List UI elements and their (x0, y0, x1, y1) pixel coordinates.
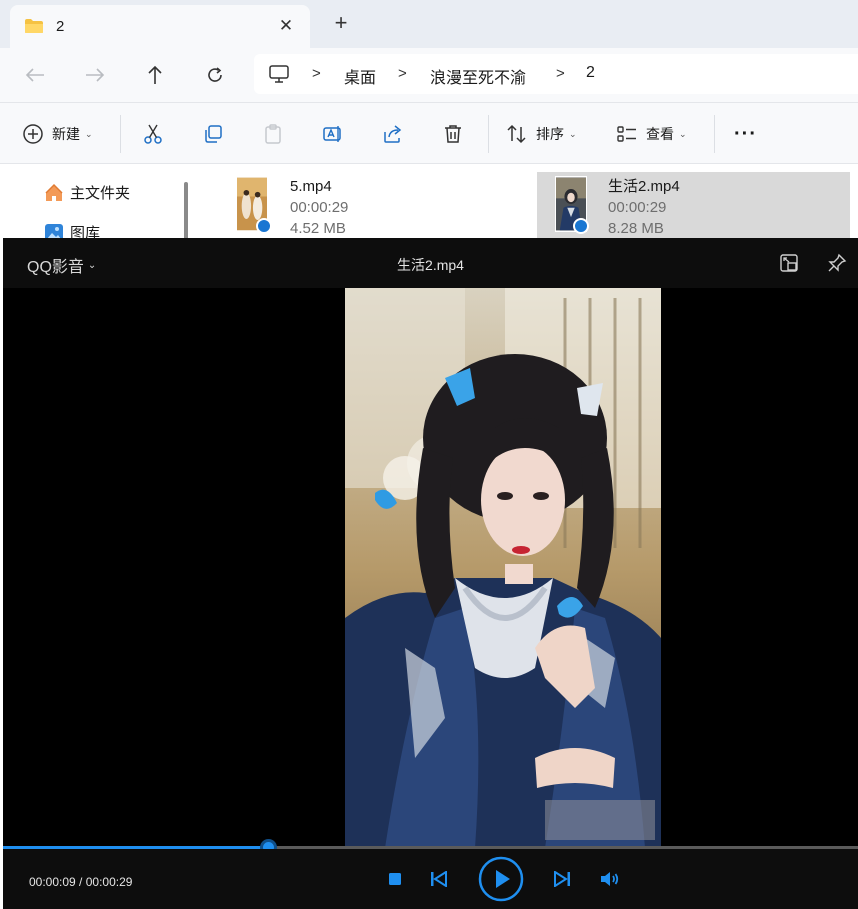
file-duration: 00:00:29 (290, 199, 349, 216)
breadcrumb-item[interactable]: 浪漫至死不渝 (430, 64, 526, 88)
address-bar[interactable]: > 桌面 > 浪漫至死不渝 > 2 (254, 54, 858, 94)
play-icon (478, 856, 524, 902)
explorer-tab[interactable]: 2 ✕ (10, 5, 310, 48)
video-file-badge-icon (573, 218, 589, 234)
sort-icon (507, 124, 526, 144)
sidebar-scrollbar[interactable] (184, 182, 188, 244)
copy-icon (205, 125, 222, 143)
chevron-down-icon: ⌄ (679, 128, 687, 139)
file-item[interactable]: 5.mp4 00:00:29 4.52 MB (222, 172, 522, 244)
file-size: 8.28 MB (608, 220, 664, 237)
share-button[interactable] (382, 121, 404, 147)
new-button-label: 新建 (52, 126, 80, 142)
clipboard-icon (265, 124, 281, 144)
explorer-tab-bar: 2 ✕ + (0, 0, 858, 48)
delete-button[interactable] (442, 121, 464, 147)
toolbar-divider (120, 115, 121, 153)
player-title: 生活2.mp4 (397, 257, 464, 273)
total-time: 00:00:29 (85, 875, 133, 889)
player-controls: 00:00:09 / 00:00:29 (3, 849, 858, 909)
sidebar-item-label: 主文件夹 (70, 185, 131, 202)
toolbar-divider (488, 115, 489, 153)
stop-icon (389, 873, 401, 885)
chevron-down-icon: ⌄ (569, 128, 577, 139)
computer-icon[interactable] (268, 64, 290, 84)
sidebar-item-home[interactable]: 主文件夹 (44, 182, 130, 203)
explorer-command-bar: 新建 ⌄ 排序 ⌄ 查看 ⌄ ··· (0, 102, 858, 164)
video-frame-image (345, 288, 661, 848)
video-player-window: QQ影音 ⌄ 生活2.mp4 00:00:09 / 00:00:29 (3, 238, 858, 909)
new-tab-icon[interactable]: + (330, 12, 352, 34)
home-icon (45, 183, 63, 201)
chevron-right-icon[interactable]: > (556, 65, 565, 82)
mini-mode-icon[interactable] (779, 253, 799, 273)
file-name: 5.mp4 (290, 178, 332, 195)
close-tab-icon[interactable]: ✕ (276, 16, 296, 36)
forward-arrow-icon[interactable] (80, 60, 110, 90)
rename-button[interactable] (322, 121, 344, 147)
video-file-badge-icon (256, 218, 272, 234)
rename-icon (323, 126, 341, 142)
current-time: 00:00:09 (29, 875, 76, 889)
chevron-down-icon: ⌄ (85, 128, 93, 139)
previous-button[interactable] (430, 871, 448, 887)
breadcrumb-item[interactable]: 桌面 (344, 64, 376, 88)
volume-icon (601, 872, 619, 886)
up-arrow-icon[interactable] (140, 60, 170, 90)
scissors-icon (144, 124, 162, 144)
skip-previous-icon (431, 871, 447, 887)
trash-icon (445, 125, 461, 143)
file-duration: 00:00:29 (608, 199, 667, 216)
sort-button[interactable]: 排序 ⌄ (506, 121, 577, 147)
pin-icon[interactable] (827, 253, 847, 273)
file-size: 4.52 MB (290, 220, 346, 237)
chevron-right-icon[interactable]: > (398, 65, 407, 82)
folder-icon (25, 19, 43, 33)
share-icon (384, 125, 402, 143)
player-title-bar[interactable]: QQ影音 ⌄ 生活2.mp4 (3, 238, 858, 288)
copy-button[interactable] (202, 121, 224, 147)
explorer-nav-bar: > 桌面 > 浪漫至死不渝 > 2 (0, 48, 858, 102)
volume-button[interactable] (600, 870, 622, 888)
refresh-icon[interactable] (200, 60, 230, 90)
video-frame[interactable] (345, 288, 661, 848)
skip-next-icon (554, 871, 570, 887)
sort-button-label: 排序 (536, 126, 564, 142)
more-options-button[interactable]: ··· (734, 121, 757, 147)
next-button[interactable] (553, 871, 571, 887)
stop-button[interactable] (388, 872, 402, 886)
cut-button[interactable] (142, 121, 164, 147)
toolbar-divider (714, 115, 715, 153)
paste-button[interactable] (262, 121, 284, 147)
play-button[interactable] (478, 856, 524, 902)
view-button-label: 查看 (646, 126, 674, 142)
chevron-right-icon[interactable]: > (312, 65, 321, 82)
breadcrumb-item[interactable]: 2 (586, 64, 595, 82)
tab-title: 2 (56, 18, 65, 35)
time-separator: / (75, 875, 86, 889)
back-arrow-icon[interactable] (20, 60, 50, 90)
file-name: 生活2.mp4 (608, 178, 680, 195)
view-button[interactable]: 查看 ⌄ (616, 121, 687, 147)
file-item-selected[interactable]: 生活2.mp4 00:00:29 8.28 MB (537, 172, 850, 244)
explorer-content: 主文件夹 图库 5.mp4 00:00:29 4.52 MB 生活2.mp4 0… (0, 164, 858, 244)
playback-time: 00:00:09 / 00:00:29 (29, 875, 132, 889)
new-button[interactable]: 新建 ⌄ (22, 121, 93, 147)
view-list-icon (617, 126, 636, 142)
plus-circle-icon (23, 124, 43, 144)
